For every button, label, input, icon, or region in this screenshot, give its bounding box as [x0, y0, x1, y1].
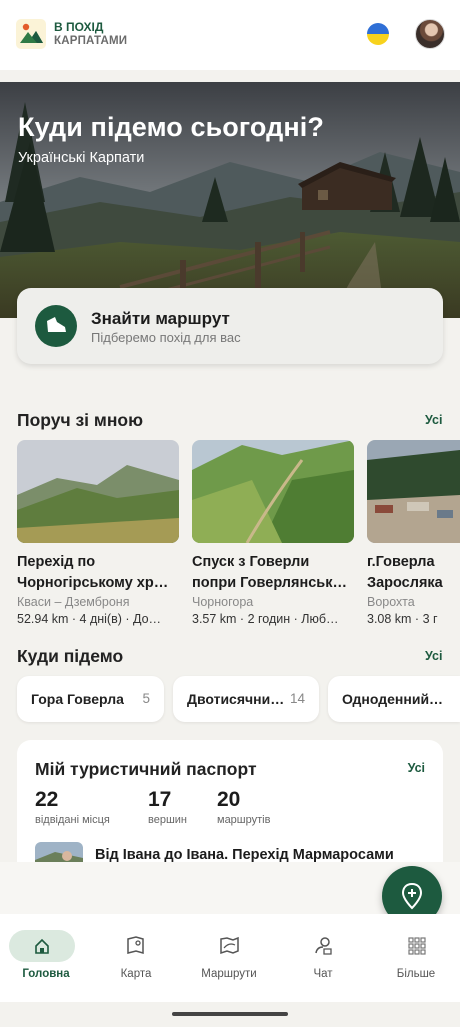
- stat-visited-places: 22 відвідані місця: [35, 788, 110, 826]
- chip-count: 14: [289, 691, 305, 706]
- category-chip[interactable]: Одноденний…: [328, 676, 460, 722]
- stat-label: маршрутів: [217, 814, 271, 826]
- route-image: [367, 440, 460, 543]
- stat-label: вершин: [148, 814, 187, 826]
- route-image: [192, 440, 354, 543]
- where-to-go-title: Куди підемо: [17, 646, 124, 666]
- bottom-navigation: Головна Карта Маршрути Чат Більше: [0, 914, 460, 1002]
- mountain-logo-icon: [20, 23, 43, 43]
- category-chip[interactable]: Двотисячни… 14: [173, 676, 319, 722]
- route-name-line-2: Чорногірському хр…: [17, 575, 169, 591]
- nav-chat[interactable]: Чат: [277, 930, 369, 990]
- route-name-line-2: попри Говерлянськ…: [192, 575, 347, 591]
- nav-label: Карта: [120, 968, 152, 980]
- hero-title: Куди підемо сьогодні?: [18, 112, 324, 142]
- nearby-route-card[interactable]: Перехід по Чорногірському хр… Кваси – Дз…: [17, 440, 179, 626]
- nearby-section-title: Поруч зі мною: [17, 410, 144, 430]
- find-route-subtitle: Підберемо похід для вас: [91, 330, 241, 345]
- hero-subtitle: Українські Карпати: [18, 150, 145, 166]
- nearby-route-card[interactable]: Спуск з Говерли попри Говерлянськ… Чорно…: [192, 440, 354, 626]
- find-route-card[interactable]: Знайти маршрут Підберемо похід для вас: [17, 288, 443, 364]
- nav-routes[interactable]: Маршрути: [183, 930, 275, 990]
- find-route-icon-circle: [35, 305, 77, 347]
- route-meta: 52.94 km · 4 дні(в) · До…: [17, 612, 162, 626]
- nav-more[interactable]: Більше: [370, 930, 460, 990]
- route-name-line-1: г.Говерла: [367, 554, 435, 570]
- nav-label: Чат: [313, 968, 333, 980]
- hero-banner: Куди підемо сьогодні? Українські Карпати: [0, 82, 460, 318]
- home-icon: [35, 938, 49, 954]
- nav-label: Маршрути: [201, 968, 257, 980]
- nav-label: Більше: [396, 968, 436, 980]
- trip-name: Від Івана до Івана. Перехід Мармаросами: [95, 847, 394, 863]
- brand-line-1: В ПОХІД: [54, 20, 104, 34]
- chip-count: 5: [142, 691, 150, 706]
- nearby-see-all-link[interactable]: Усі: [425, 413, 442, 427]
- nearby-route-card[interactable]: г.Говерла Заросляка Ворохта 3.08 km · 3 …: [367, 440, 460, 626]
- stat-value: 17: [148, 788, 172, 811]
- route-meta: 3.08 km · 3 г: [367, 612, 438, 626]
- boot-icon: [47, 317, 66, 332]
- route-name-line-1: Спуск з Говерли: [192, 554, 310, 570]
- brand-name: В ПОХІД КАРПАТАМИ: [54, 20, 127, 48]
- route-meta: 3.57 km · 2 годин · Люб…: [192, 612, 339, 626]
- home-indicator[interactable]: [172, 1012, 288, 1016]
- tourist-passport-card[interactable]: Мій туристичний паспорт Усі 22 відвідані…: [17, 740, 443, 880]
- nav-map[interactable]: Карта: [90, 930, 182, 990]
- routes-icon: [220, 936, 239, 955]
- route-name-line-2: Заросляка: [367, 575, 443, 591]
- route-image: [17, 440, 179, 543]
- stat-value: 22: [35, 788, 59, 811]
- chat-icon: [315, 937, 332, 955]
- find-route-title: Знайти маршрут: [91, 309, 230, 328]
- user-avatar[interactable]: [415, 19, 445, 49]
- map-icon: [127, 936, 144, 954]
- language-flag-icon[interactable]: [367, 23, 389, 45]
- where-to-go-see-all-link[interactable]: Усі: [425, 649, 442, 663]
- chip-label: Гора Говерла: [31, 691, 124, 707]
- app-logo[interactable]: [16, 19, 46, 49]
- nav-home[interactable]: Головна: [0, 930, 92, 990]
- route-location: Чорногора: [192, 595, 254, 609]
- chip-label: Одноденний…: [342, 691, 444, 707]
- passport-title: Мій туристичний паспорт: [35, 759, 257, 779]
- stat-value: 20: [217, 788, 241, 811]
- stat-label: відвідані місця: [35, 814, 110, 826]
- passport-see-all-link[interactable]: Усі: [408, 761, 425, 775]
- nav-label: Головна: [22, 968, 70, 980]
- category-chip[interactable]: Гора Говерла 5: [17, 676, 164, 722]
- route-location: Кваси – Дземброня: [17, 595, 130, 609]
- grid-icon: [408, 937, 426, 955]
- stat-routes: 20 маршрутів: [217, 788, 270, 826]
- route-location: Ворохта: [367, 595, 415, 609]
- stat-peaks: 17 вершин: [148, 788, 187, 826]
- top-bar: В ПОХІД КАРПАТАМИ: [0, 0, 460, 70]
- chip-label: Двотисячни…: [187, 691, 285, 707]
- route-name-line-1: Перехід по: [17, 554, 96, 570]
- brand-line-2: КАРПАТАМИ: [54, 35, 128, 47]
